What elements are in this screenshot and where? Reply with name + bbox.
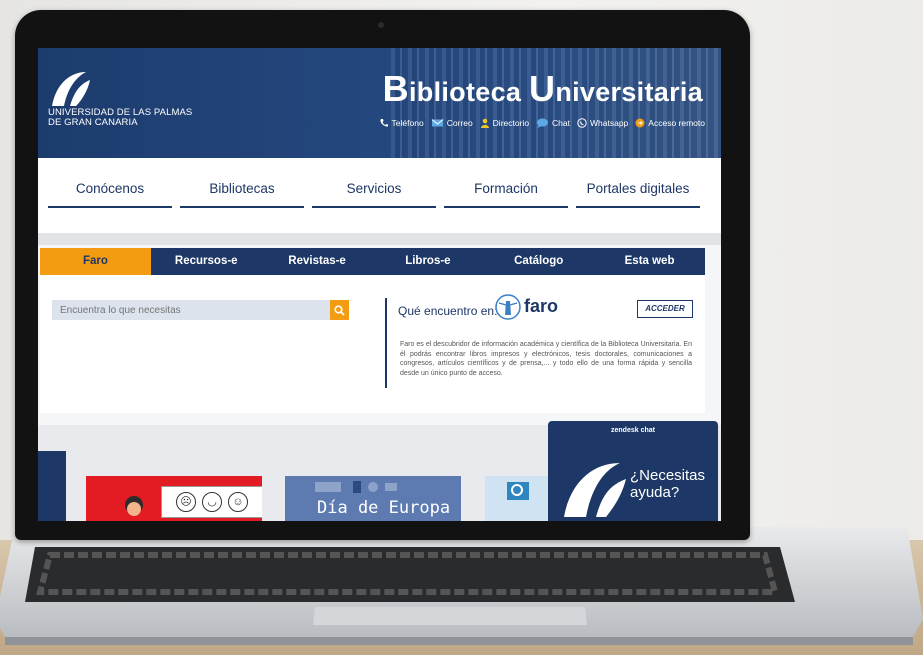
tab-recursos-e[interactable]: Recursos-e	[151, 248, 262, 275]
tab-revistas-e[interactable]: Revistas-e	[262, 248, 373, 275]
university-name: UNIVERSIDAD DE LAS PALMAS DE GRAN CANARI…	[48, 108, 192, 128]
contact-chat[interactable]: Chat	[536, 118, 570, 128]
contact-links: Teléfono Correo Directorio Chat Whatsapp…	[379, 118, 705, 128]
faro-description: Faro es el descubridor de información ac…	[400, 341, 692, 377]
contact-correo[interactable]: Correo	[431, 118, 473, 128]
card-header-icons	[315, 481, 397, 493]
person-icon	[480, 118, 489, 128]
tab-esta-web[interactable]: Esta web	[594, 248, 705, 275]
tab-faro[interactable]: Faro	[40, 248, 151, 275]
title-initial-u: U	[529, 68, 556, 109]
chat-widget[interactable]: zendesk chat ¿Necesitas ayuda?	[548, 421, 718, 521]
tab-catalogo[interactable]: Catálogo	[483, 248, 594, 275]
magnifier-icon	[507, 482, 529, 500]
title-initial-b: B	[382, 68, 409, 109]
news-card-europe-day[interactable]: Día de Europa	[285, 476, 461, 521]
chat-widget-title: zendesk chat	[611, 427, 655, 434]
faro-lighthouse-icon	[495, 294, 521, 320]
site-header: UNIVERSIDAD DE LAS PALMAS DE GRAN CANARI…	[38, 48, 721, 158]
ulpgc-chat-logo-icon	[564, 463, 626, 517]
chat-line-2: ayuda?	[630, 484, 680, 501]
contact-label: Chat	[552, 118, 571, 128]
faro-label: Qué encuentro en:	[398, 304, 498, 318]
contact-label: Teléfono	[391, 118, 424, 128]
contact-acceso-remoto[interactable]: Acceso remoto	[635, 118, 705, 128]
faro-wordmark: faro	[524, 296, 559, 316]
search-input[interactable]	[52, 300, 348, 321]
remote-access-icon	[635, 118, 645, 128]
faro-logo: faro	[495, 294, 558, 320]
browser-screen: UNIVERSIDAD DE LAS PALMAS DE GRAN CANARI…	[38, 48, 721, 521]
contact-label: Directorio	[492, 118, 530, 128]
university-name-line: DE GRAN CANARIA	[48, 117, 138, 128]
section-separator	[38, 233, 721, 245]
contact-label: Whatsapp	[590, 118, 629, 128]
site-title: Biblioteca Universitaria	[383, 68, 703, 110]
neutral-face-icon: ◡	[202, 492, 222, 512]
mail-icon	[431, 119, 444, 127]
europe-day-text: Día de Europa	[317, 498, 451, 518]
sad-face-icon: ☹	[176, 492, 196, 512]
tab-libros-e[interactable]: Libros-e	[372, 248, 483, 275]
contact-directorio[interactable]: Directorio	[480, 118, 529, 128]
survey-faces: ☹ ◡ ☺	[161, 486, 262, 518]
search-tabs: Faro Recursos-e Revistas-e Libros-e Catá…	[40, 248, 705, 275]
contact-telefono[interactable]: Teléfono	[379, 118, 424, 128]
search-box	[52, 300, 349, 321]
laptop-base	[0, 527, 923, 655]
search-icon	[334, 304, 345, 316]
acceder-button[interactable]: ACCEDER	[637, 300, 693, 318]
webcam	[378, 22, 384, 28]
chat-help-text: ¿Necesitas ayuda?	[630, 467, 705, 501]
title-rest-2: niversitaria	[555, 77, 703, 107]
nav-item-bibliotecas[interactable]: Bibliotecas	[180, 180, 304, 208]
contact-label: Acceso remoto	[648, 118, 705, 128]
person-thinking-icon	[125, 496, 143, 516]
chat-icon	[537, 118, 549, 128]
search-panel: Faro Recursos-e Revistas-e Libros-e Catá…	[40, 248, 705, 413]
vertical-divider	[385, 298, 387, 388]
title-rest-1: iblioteca	[408, 77, 529, 107]
whatsapp-icon	[577, 118, 587, 128]
news-card-red[interactable]: ☹ ◡ ☺	[86, 476, 262, 521]
nav-item-portales-digitales[interactable]: Portales digitales	[576, 180, 700, 208]
phone-icon	[380, 119, 388, 127]
news-side-strip	[38, 451, 66, 521]
nav-item-formacion[interactable]: Formación	[444, 180, 568, 208]
contact-whatsapp[interactable]: Whatsapp	[577, 118, 628, 128]
news-card-3[interactable]	[485, 476, 555, 521]
nav-item-conocenos[interactable]: Conócenos	[48, 180, 172, 208]
contact-label: Correo	[446, 118, 473, 128]
nav-item-servicios[interactable]: Servicios	[312, 180, 436, 208]
main-navigation: Conócenos Bibliotecas Servicios Formació…	[38, 158, 721, 233]
happy-face-icon: ☺	[228, 492, 248, 512]
chat-line-1: ¿Necesitas	[630, 467, 706, 484]
search-button[interactable]	[330, 300, 349, 320]
